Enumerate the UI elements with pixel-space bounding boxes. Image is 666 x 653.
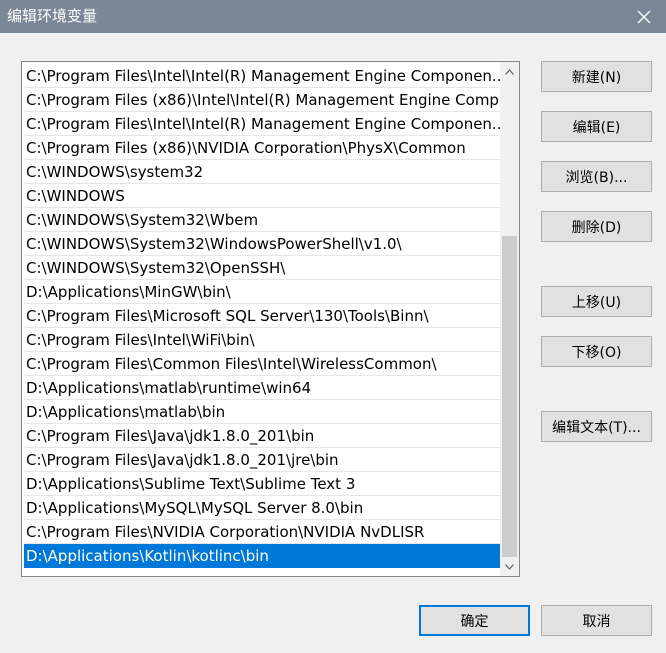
list-item[interactable]: C:\Program Files\Java\jdk1.8.0_201\bin bbox=[24, 424, 500, 448]
list-item[interactable]: D:\Applications\Kotlin\kotlinc\bin bbox=[24, 544, 500, 568]
list-item[interactable]: C:\Program Files\Intel\WiFi\bin\ bbox=[24, 328, 500, 352]
scroll-down-button[interactable] bbox=[500, 557, 519, 576]
scroll-up-button[interactable] bbox=[500, 62, 519, 81]
delete-button[interactable]: 删除(D) bbox=[541, 211, 652, 242]
edit-button[interactable]: 编辑(E) bbox=[541, 111, 652, 142]
list-item[interactable]: C:\Program Files (x86)\NVIDIA Corporatio… bbox=[24, 136, 500, 160]
browse-button[interactable]: 浏览(B)... bbox=[541, 161, 652, 192]
edit-text-button[interactable]: 编辑文本(T)... bbox=[541, 411, 652, 442]
close-icon bbox=[637, 10, 651, 23]
close-button[interactable] bbox=[622, 0, 666, 33]
scroll-thumb[interactable] bbox=[502, 236, 517, 557]
move-up-button[interactable]: 上移(U) bbox=[541, 286, 652, 317]
list-item[interactable]: D:\Applications\Sublime Text\Sublime Tex… bbox=[24, 472, 500, 496]
list-item[interactable]: C:\WINDOWS\System32\WindowsPowerShell\v1… bbox=[24, 232, 500, 256]
list-item[interactable]: C:\Program Files (x86)\Intel\Intel(R) Ma… bbox=[24, 88, 500, 112]
chevron-up-icon bbox=[505, 68, 514, 75]
list-item[interactable]: D:\Applications\MinGW\bin\ bbox=[24, 280, 500, 304]
list-item[interactable]: C:\WINDOWS\System32\Wbem bbox=[24, 208, 500, 232]
list-item[interactable]: C:\WINDOWS bbox=[24, 184, 500, 208]
list-item[interactable]: D:\Applications\MySQL\MySQL Server 8.0\b… bbox=[24, 496, 500, 520]
list-item[interactable]: C:\Program Files\Java\jdk1.8.0_201\jre\b… bbox=[24, 448, 500, 472]
list-item[interactable]: D:\Applications\matlab\runtime\win64 bbox=[24, 376, 500, 400]
list-item[interactable]: C:\WINDOWS\System32\OpenSSH\ bbox=[24, 256, 500, 280]
list-item[interactable]: C:\WINDOWS\system32 bbox=[24, 160, 500, 184]
list-item[interactable]: D:\Applications\matlab\bin bbox=[24, 400, 500, 424]
ok-button[interactable]: 确定 bbox=[419, 605, 530, 636]
title-bar: 编辑环境变量 bbox=[0, 0, 666, 33]
list-item[interactable]: C:\Program Files\Microsoft SQL Server\13… bbox=[24, 304, 500, 328]
new-button[interactable]: 新建(N) bbox=[541, 61, 652, 92]
window-title: 编辑环境变量 bbox=[7, 7, 98, 25]
vertical-scrollbar[interactable] bbox=[500, 62, 519, 576]
cancel-button[interactable]: 取消 bbox=[541, 605, 652, 636]
list-item[interactable]: C:\Program Files\Intel\Intel(R) Manageme… bbox=[24, 112, 500, 136]
path-listbox[interactable]: C:\Program Files\Intel\Intel(R) Manageme… bbox=[21, 61, 520, 577]
list-item[interactable]: C:\Program Files\NVIDIA Corporation\NVID… bbox=[24, 520, 500, 544]
move-down-button[interactable]: 下移(O) bbox=[541, 336, 652, 367]
list-item[interactable]: C:\Program Files\Common Files\Intel\Wire… bbox=[24, 352, 500, 376]
chevron-down-icon bbox=[505, 563, 514, 570]
path-list: C:\Program Files\Intel\Intel(R) Manageme… bbox=[24, 64, 500, 568]
list-item[interactable]: C:\Program Files\Intel\Intel(R) Manageme… bbox=[24, 64, 500, 88]
